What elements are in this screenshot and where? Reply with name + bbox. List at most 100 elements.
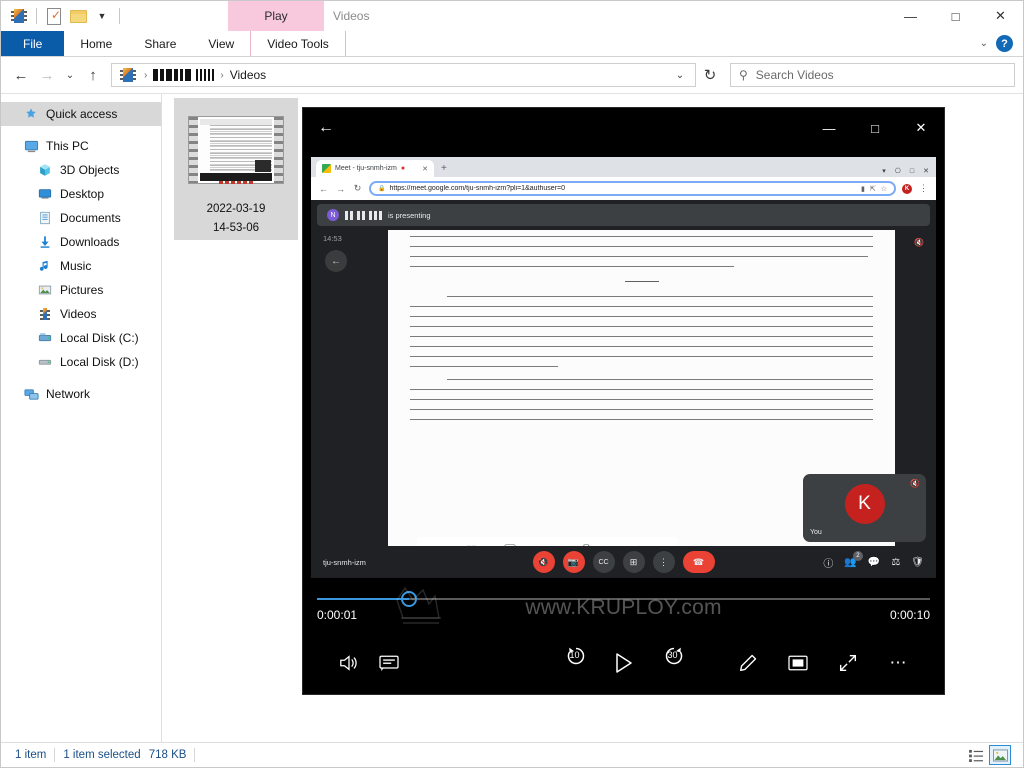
plus-icon[interactable]: + <box>434 160 454 177</box>
forward-button[interactable]: → <box>35 63 59 87</box>
sidebar-item-downloads[interactable]: Downloads <box>1 230 161 254</box>
present-now-button[interactable]: ⊞ <box>622 551 645 573</box>
kebab-menu-icon[interactable]: ⋮ <box>918 183 929 194</box>
tab-view[interactable]: View <box>192 31 250 56</box>
sidebar-item-videos[interactable]: Videos <box>1 302 161 326</box>
ribbon-tab-bar: File Home Share View Video Tools ⌄ ? <box>1 31 1023 57</box>
browser-close-button[interactable]: ✕ <box>923 167 929 175</box>
meet-stage: 14:53 ← 🔇 ◀ <box>311 230 936 578</box>
maximize-button[interactable]: □ <box>933 1 978 31</box>
tab-file[interactable]: File <box>1 31 65 56</box>
close-icon[interactable]: ✕ <box>422 165 428 173</box>
show-everyone-button[interactable]: 👥 2 <box>844 550 863 568</box>
share-icon[interactable]: ⇱ <box>870 185 876 193</box>
window-title: Videos <box>333 9 370 23</box>
film-icon <box>37 306 53 322</box>
navigation-pane: Quick access This PC 3D Objects Desktop … <box>1 94 162 742</box>
close-button[interactable]: ✕ <box>978 1 1023 31</box>
more-options-button[interactable]: ⋮ <box>652 551 675 573</box>
help-icon[interactable]: ? <box>996 35 1013 52</box>
browser-tab[interactable]: Meet - tju-snmh-izm ● ✕ <box>316 160 434 177</box>
search-placeholder: Search Videos <box>755 68 834 82</box>
player-minimize-button[interactable]: — <box>806 108 852 148</box>
mic-off-button[interactable]: 🔇 <box>532 551 555 573</box>
player-close-button[interactable]: ✕ <box>898 108 944 148</box>
recent-locations-chevron-down-icon[interactable]: ⌄ <box>61 63 79 87</box>
kruploy-logo-watermark <box>396 586 441 624</box>
mute-tab-icon[interactable]: ● <box>401 165 408 172</box>
up-button[interactable]: ↑ <box>81 63 105 87</box>
player-back-button[interactable]: ← <box>303 108 349 148</box>
closed-captions-button[interactable] <box>369 643 409 683</box>
sidebar-item-3d-objects[interactable]: 3D Objects <box>1 158 161 182</box>
meeting-details-button[interactable]: ⓘ <box>823 555 833 570</box>
sidebar-item-documents[interactable]: Documents <box>1 206 161 230</box>
sidebar-item-network[interactable]: Network <box>1 382 161 406</box>
window-controls: — □ ✕ <box>888 1 1023 31</box>
player-maximize-button[interactable]: □ <box>852 108 898 148</box>
browser-maximize-button[interactable]: □ <box>910 168 914 175</box>
back-button[interactable]: ← <box>9 63 33 87</box>
captions-button[interactable]: CC <box>592 551 615 573</box>
sidebar-item-music[interactable]: Music <box>1 254 161 278</box>
tab-video-tools[interactable]: Video Tools <box>250 31 346 56</box>
self-video-tile[interactable]: 🔇 K You <box>803 474 926 542</box>
edit-button[interactable] <box>728 643 768 683</box>
tab-group-header-play: Play <box>228 1 324 31</box>
rewind-10-button[interactable]: 10 <box>564 643 586 665</box>
mic-off-icon: 🔇 <box>910 479 920 488</box>
large-icons-view-button[interactable] <box>989 745 1011 765</box>
browser-restore-button[interactable]: ⎔ <box>895 167 901 175</box>
activities-button[interactable]: ⚖ <box>891 557 900 568</box>
browser-back-button[interactable]: ← <box>318 184 329 194</box>
details-view-button[interactable] <box>965 745 987 765</box>
bookmark-star-icon[interactable]: ☆ <box>881 185 887 193</box>
sidebar-item-quick-access[interactable]: Quick access <box>1 102 161 126</box>
browser-profile-avatar[interactable]: K <box>902 183 912 194</box>
sidebar-item-local-disk-d[interactable]: Local Disk (D:) <box>1 350 161 374</box>
refresh-button[interactable]: ↻ <box>698 63 722 87</box>
video-surface[interactable]: Meet - tju-snmh-izm ● ✕ + ▾ ⎔ □ ✕ ← → ↻ <box>303 148 944 586</box>
mini-view-button[interactable] <box>778 643 818 683</box>
google-meet-app: N is presenting 14:53 ← 🔇 ◀ <box>311 200 936 578</box>
minimize-button[interactable]: — <box>888 1 933 31</box>
tab-share[interactable]: Share <box>128 31 192 56</box>
chat-button[interactable]: 💬 <box>868 557 880 568</box>
file-tile[interactable]: 2022-03-19 14-53-06 <box>174 98 298 240</box>
volume-button[interactable] <box>329 643 369 683</box>
download-arrow-icon <box>37 234 53 250</box>
sidebar-item-pictures[interactable]: Pictures <box>1 278 161 302</box>
sidebar-item-label: Local Disk (D:) <box>60 355 139 369</box>
breadcrumb-dropdown-chevron-down-icon[interactable]: ⌄ <box>671 63 689 87</box>
browser-forward-button[interactable]: → <box>335 184 346 194</box>
media-cast-icon[interactable]: ▮ <box>861 185 865 193</box>
search-input[interactable]: ⚲ Search Videos <box>730 63 1015 87</box>
host-controls-button[interactable]: 🛡 <box>911 557 924 568</box>
forward-30-button[interactable]: 30 <box>662 643 684 665</box>
seek-bar-area: www.KRUPLOY.com 0:00:01 0:00:10 <box>303 586 944 632</box>
new-folder-icon[interactable] <box>68 6 88 26</box>
customize-quick-access-chevron-down-icon[interactable]: ▼ <box>92 6 112 26</box>
camera-off-button[interactable]: 📷 <box>562 551 585 573</box>
sidebar-item-this-pc[interactable]: This PC <box>1 134 161 158</box>
sidebar-item-local-disk-c[interactable]: Local Disk (C:) <box>1 326 161 350</box>
browser-minimize-button[interactable]: ▾ <box>882 167 886 175</box>
presented-back-button[interactable]: ← <box>325 250 347 272</box>
more-options-button[interactable]: ⋯ <box>878 643 918 683</box>
player-window-controls: — □ ✕ <box>806 108 944 148</box>
tab-home[interactable]: Home <box>64 31 128 56</box>
browser-address-input[interactable]: 🔒 https://meet.google.com/tju-snmh-izm?p… <box>369 181 896 196</box>
document-paragraph <box>410 379 873 420</box>
transport-right-controls: ⋯ <box>728 643 918 683</box>
play-button[interactable] <box>604 643 644 683</box>
sidebar-item-label: Quick access <box>46 107 118 121</box>
properties-icon[interactable] <box>44 6 64 26</box>
collapse-ribbon-chevron-down-icon[interactable]: ⌄ <box>980 38 988 49</box>
browser-omnibox-row: ← → ↻ 🔒 https://meet.google.com/tju-snmh… <box>311 177 936 200</box>
fullscreen-button[interactable] <box>828 643 868 683</box>
end-call-button[interactable]: ☎ <box>682 551 715 573</box>
breadcrumb[interactable]: › › Videos ⌄ <box>111 63 696 87</box>
sidebar-item-desktop[interactable]: Desktop <box>1 182 161 206</box>
browser-reload-button[interactable]: ↻ <box>352 183 363 194</box>
breadcrumb-current-folder[interactable]: Videos <box>230 68 266 82</box>
